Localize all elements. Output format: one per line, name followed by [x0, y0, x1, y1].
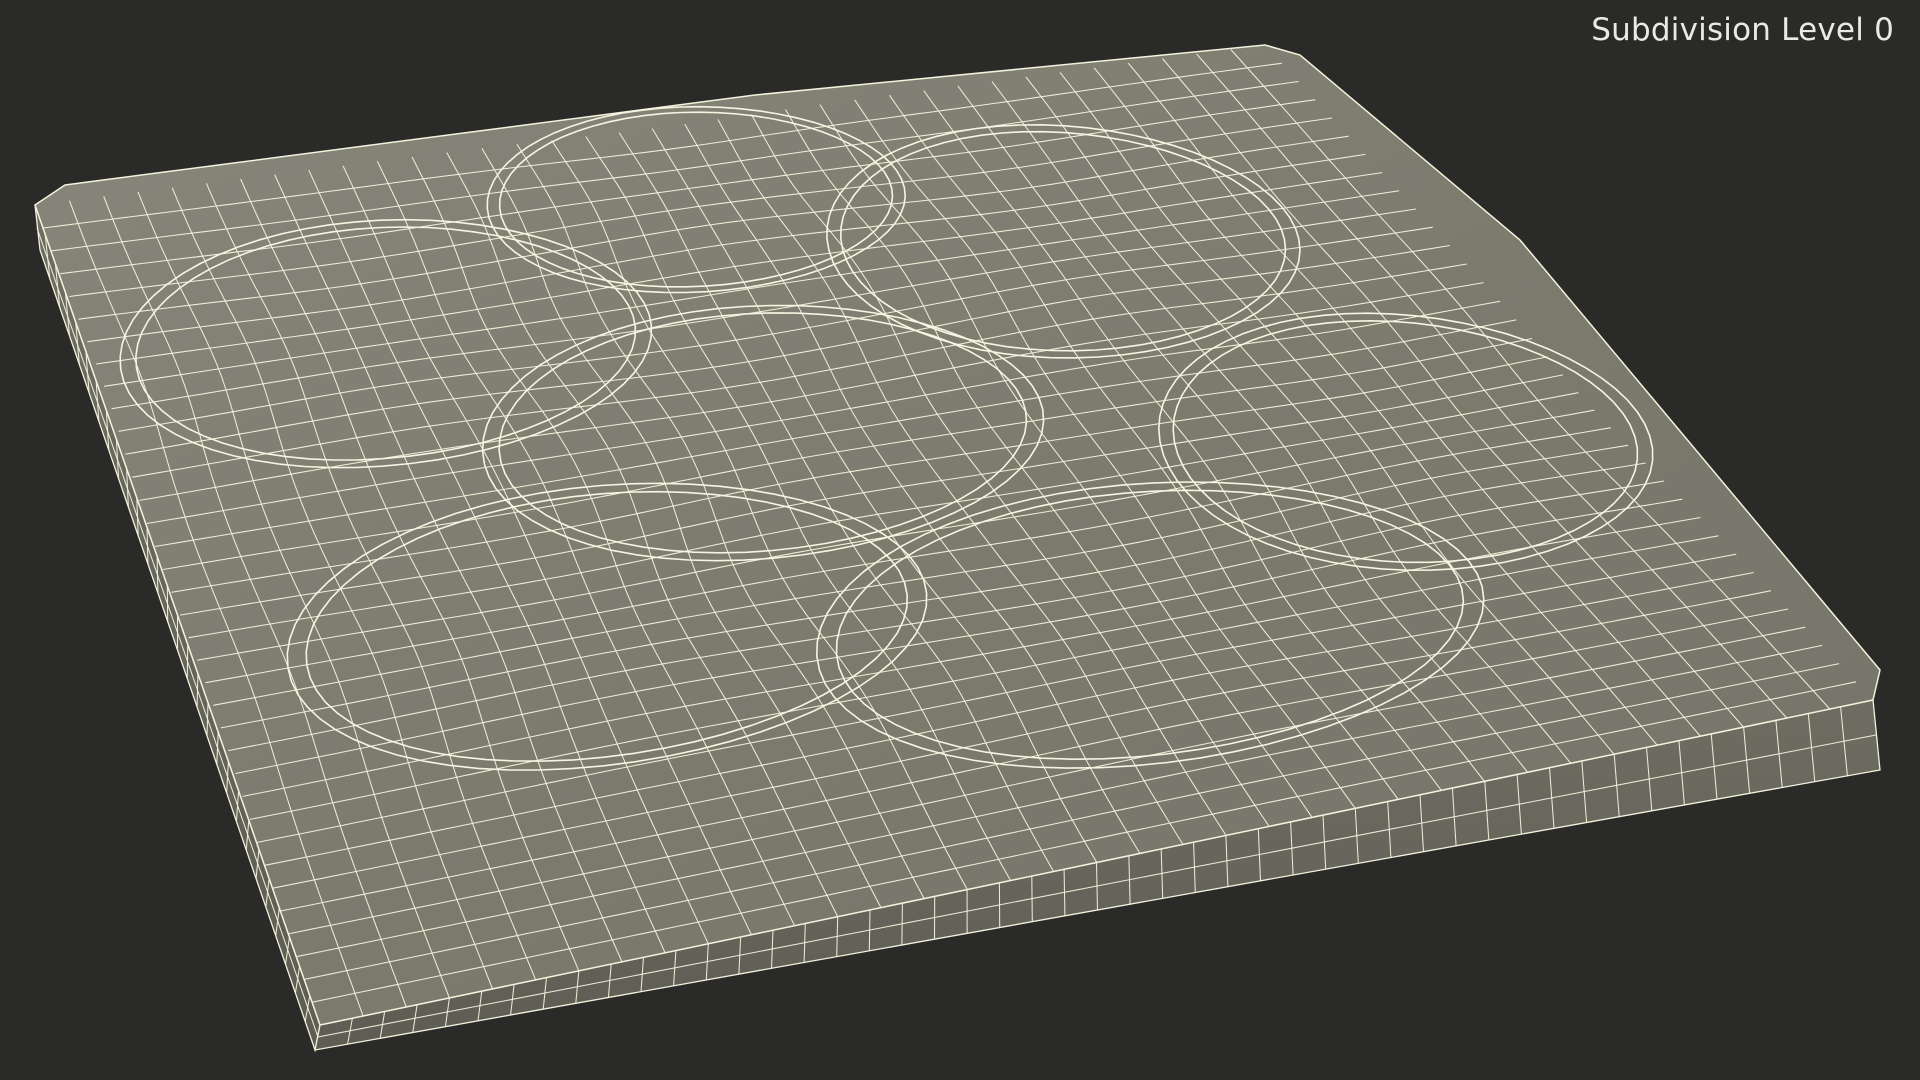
subdivision-level-label: Subdivision Level 0	[1591, 12, 1894, 48]
top-face	[34, 44, 1881, 1026]
wireframe-tile-model	[34, 44, 1881, 1053]
3d-viewport[interactable]: Subdivision Level 0	[0, 0, 1920, 1080]
